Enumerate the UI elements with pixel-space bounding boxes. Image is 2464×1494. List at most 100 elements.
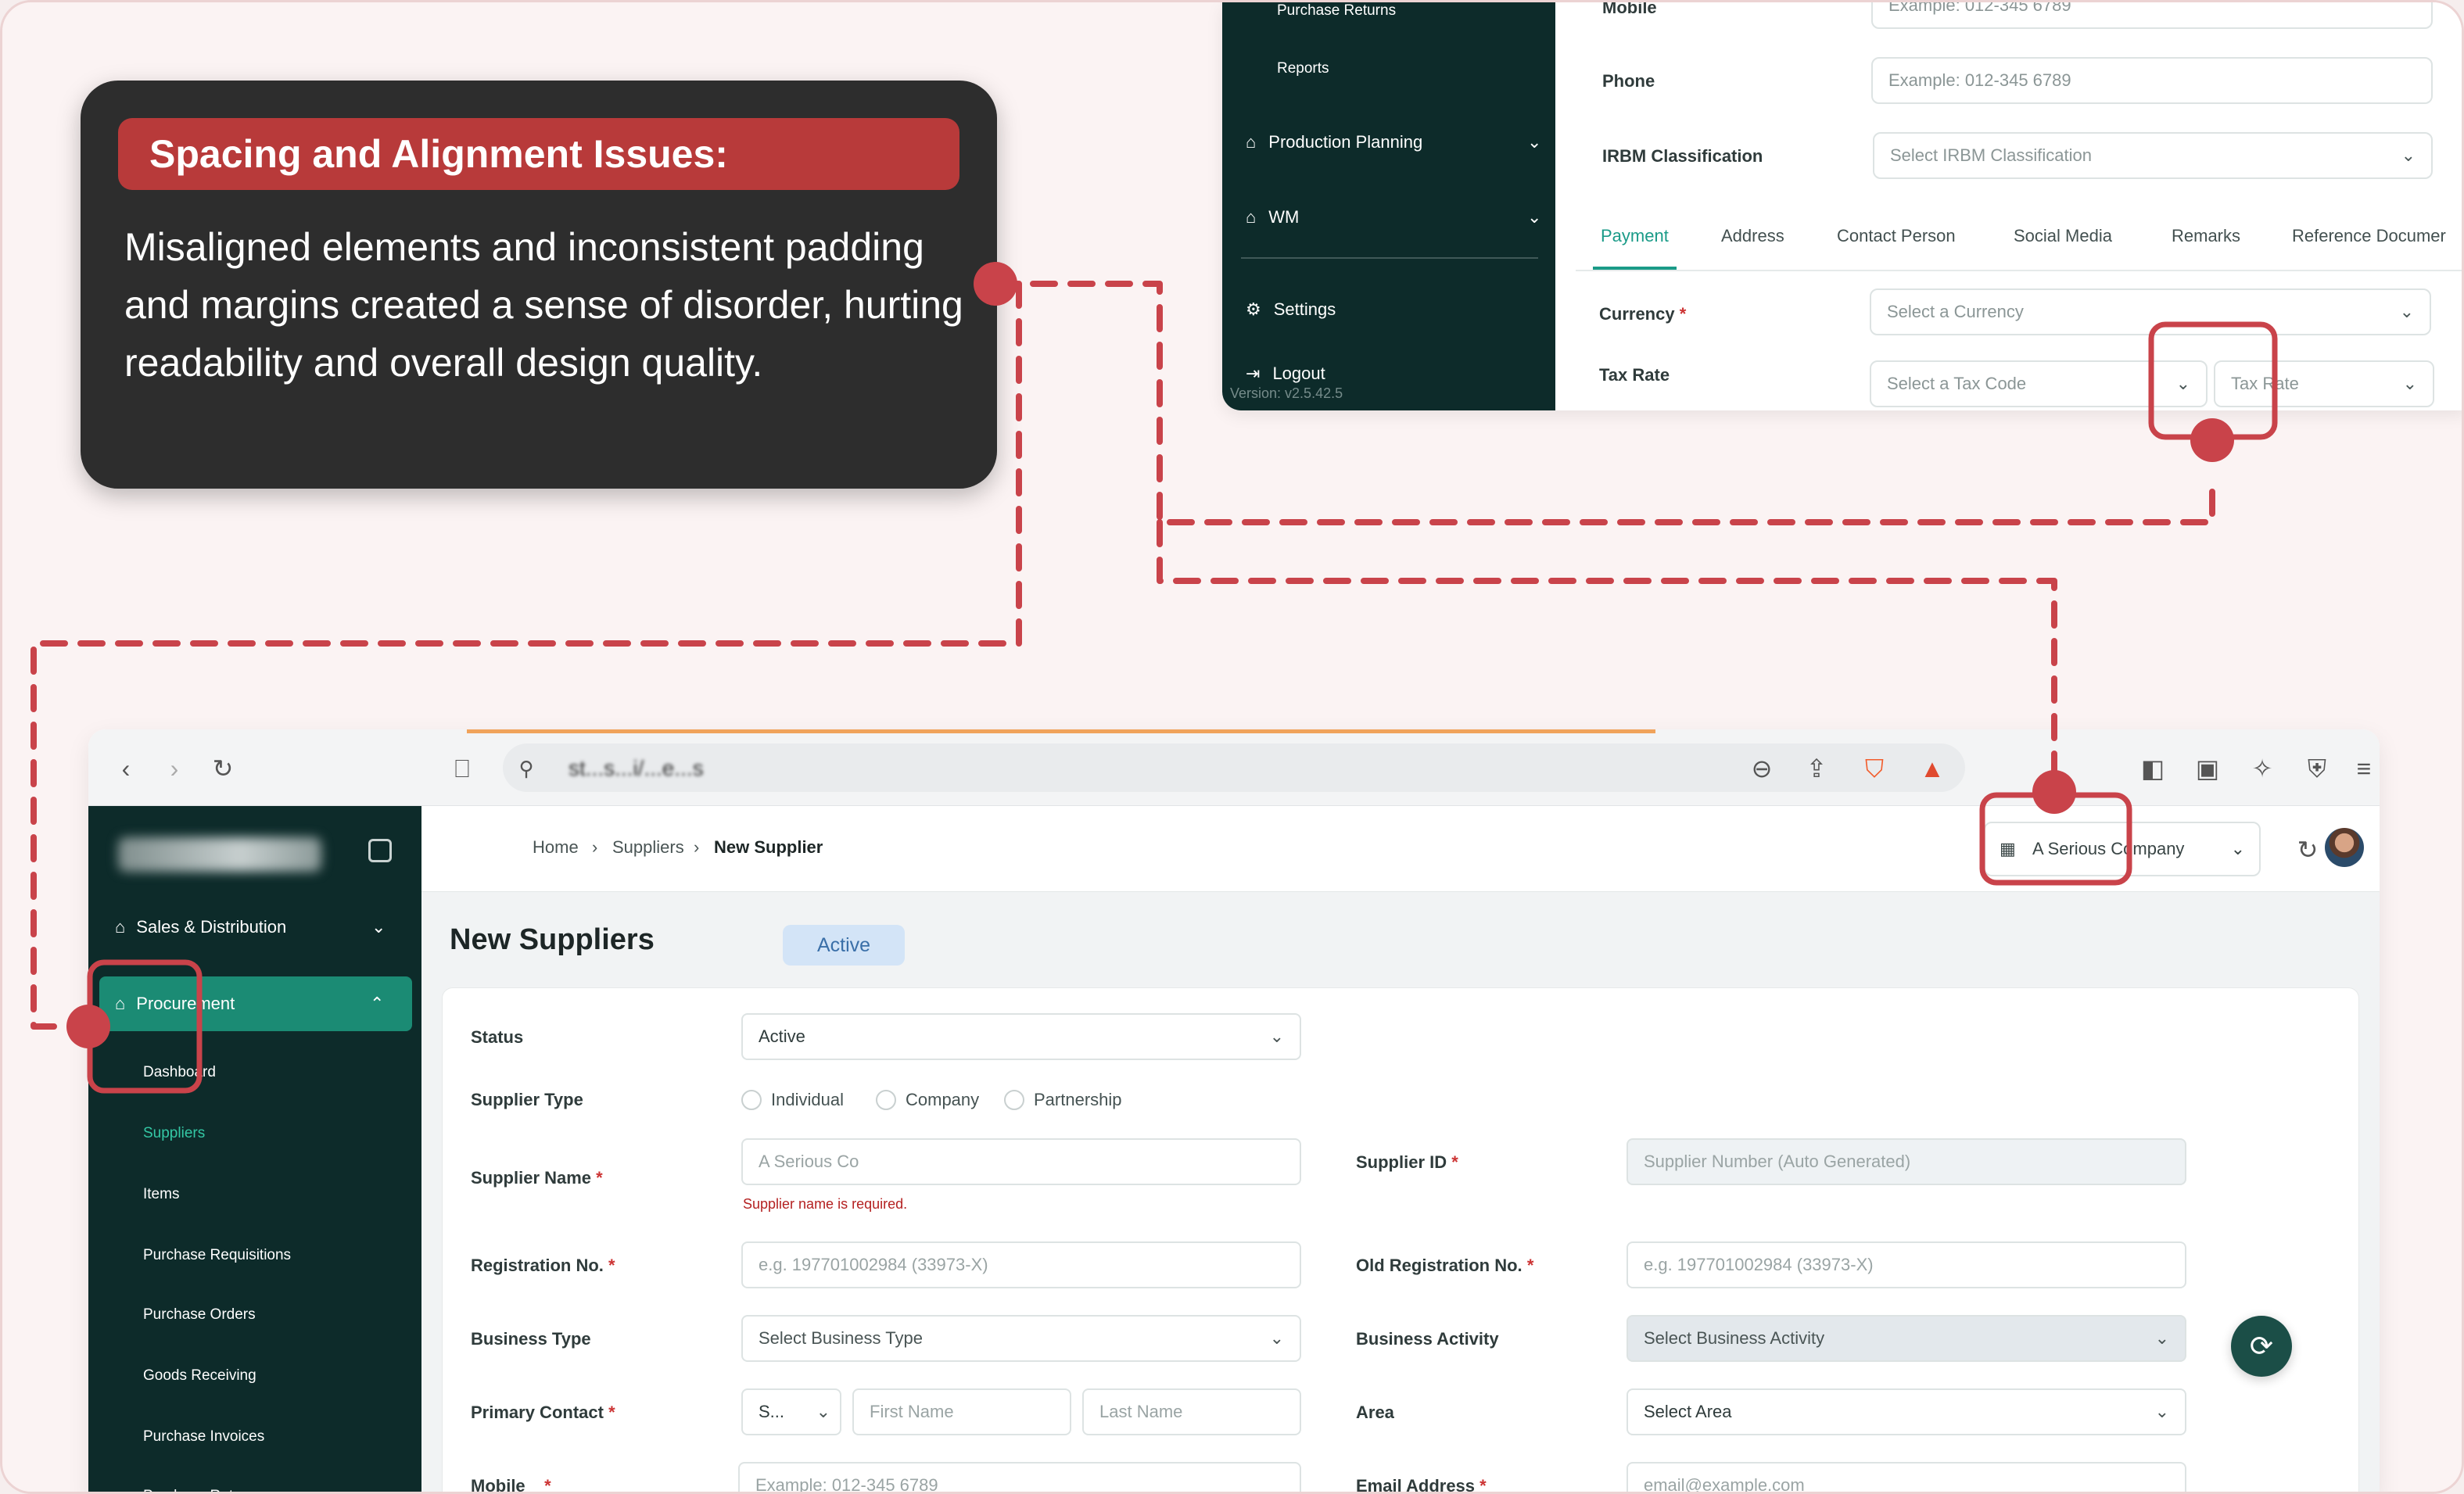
chevron-down-icon: ⌄ bbox=[2402, 374, 2417, 393]
share-icon[interactable]: ⇪ bbox=[1801, 753, 1832, 784]
email-label: Email Address * bbox=[1356, 1476, 1487, 1494]
collapse-sidebar-icon[interactable] bbox=[368, 839, 392, 862]
crop-sidebar-item[interactable]: Purchase Returns bbox=[1277, 2, 1396, 20]
wallet-icon[interactable]: ▣ bbox=[2192, 753, 2223, 784]
reload-icon[interactable]: ↻ bbox=[207, 753, 239, 784]
bookmark-icon[interactable]: ⎕ bbox=[447, 753, 478, 784]
radio-individual[interactable]: Individual bbox=[741, 1090, 844, 1110]
tab-contact-person[interactable]: Contact Person bbox=[1837, 226, 1956, 246]
tab-address[interactable]: Address bbox=[1721, 226, 1784, 246]
logout-icon: ⇥ bbox=[1246, 364, 1261, 383]
crop-group-label: Settings bbox=[1273, 299, 1336, 319]
crop-settings[interactable]: ⚙ Settings bbox=[1246, 299, 1336, 320]
tab-remarks[interactable]: Remarks bbox=[2172, 226, 2240, 246]
home-icon: ⌂ bbox=[1246, 132, 1257, 152]
chevron-down-icon: ⌄ bbox=[2154, 1402, 2169, 1421]
supplier-id-input[interactable]: Supplier Number (Auto Generated) bbox=[1627, 1138, 2186, 1185]
mobile-input[interactable]: Example: 012-345 6789 bbox=[738, 1462, 1301, 1492]
breadcrumb-home[interactable]: Home bbox=[533, 837, 579, 858]
address-bar[interactable]: ⚲ st...s...i/...e...s ⊖ ⇪ ⛉ ▲ bbox=[503, 743, 1965, 792]
company-selector[interactable]: ▦ A Serious Company ⌄ bbox=[1984, 822, 2261, 876]
business-activity-label: Business Activity bbox=[1356, 1329, 1499, 1349]
area-select[interactable]: Select Area ⌄ bbox=[1627, 1388, 2186, 1435]
taxrate-select[interactable]: Tax Rate ⌄ bbox=[2214, 360, 2434, 407]
sidebar-item-purchase-returns[interactable]: Purchase Returns bbox=[143, 1488, 262, 1492]
tab-bar: Payment Address Contact Person Social Me… bbox=[1576, 212, 2462, 271]
currency-select[interactable]: Select a Currency ⌄ bbox=[1870, 288, 2431, 335]
chevron-down-icon: ⌄ bbox=[371, 917, 386, 937]
registration-input[interactable]: e.g. 197701002984 (33973-X) bbox=[741, 1241, 1301, 1288]
tab-payment[interactable]: Payment bbox=[1593, 226, 1677, 270]
crop-group-wm[interactable]: ⌂ WM ⌄ bbox=[1246, 207, 1541, 228]
sidebar-item-purchase-requisitions[interactable]: Purchase Requisitions bbox=[143, 1247, 291, 1264]
irbm-select-value: Select IRBM Classification bbox=[1890, 145, 2092, 165]
area-label: Area bbox=[1356, 1403, 1394, 1422]
chevron-down-icon: ⌄ bbox=[1527, 132, 1542, 152]
business-type-value: Select Business Type bbox=[759, 1328, 923, 1348]
chevron-down-icon: ⌄ bbox=[816, 1402, 830, 1421]
phone-input[interactable]: Example: 012-345 6789 bbox=[1871, 57, 2433, 104]
radio-partnership[interactable]: Partnership bbox=[1004, 1090, 1122, 1110]
nav-sales-distribution[interactable]: ⌂ Sales & Distribution ⌄ bbox=[88, 900, 421, 955]
business-activity-select[interactable]: Select Business Activity ⌄ bbox=[1627, 1315, 2186, 1362]
avatar[interactable] bbox=[2325, 828, 2364, 867]
gear-icon: ⚙ bbox=[1246, 299, 1261, 319]
email-input[interactable]: email@example.com bbox=[1627, 1462, 2186, 1492]
tab-reference-documents[interactable]: Reference Documer bbox=[2292, 226, 2446, 246]
building-icon: ▦ bbox=[2000, 839, 2016, 858]
breadcrumb-suppliers[interactable]: Suppliers bbox=[612, 837, 684, 858]
sidebar-item-purchase-orders[interactable]: Purchase Orders bbox=[143, 1306, 256, 1324]
chevron-down-icon: ⌄ bbox=[2401, 145, 2416, 165]
app-sidebar: ⌂ Sales & Distribution ⌄ ⌂ Procurement ⌃… bbox=[88, 806, 421, 1492]
chevron-down-icon: ⌄ bbox=[2399, 302, 2414, 321]
chevron-down-icon: ⌄ bbox=[1527, 207, 1542, 227]
home-icon: ⌂ bbox=[115, 994, 126, 1013]
salutation-select[interactable]: S... ⌄ bbox=[741, 1388, 841, 1435]
sidebar-item-purchase-invoices[interactable]: Purchase Invoices bbox=[143, 1428, 264, 1446]
back-icon[interactable]: ‹ bbox=[110, 753, 142, 784]
url-text: st...s...i/...e...s bbox=[568, 756, 704, 780]
supplier-name-input[interactable]: A Serious Co bbox=[741, 1138, 1301, 1185]
sidebar-item-suppliers[interactable]: Suppliers bbox=[143, 1125, 205, 1142]
supplier-type-label: Supplier Type bbox=[471, 1090, 583, 1109]
last-name-input[interactable]: Last Name bbox=[1082, 1388, 1301, 1435]
zoom-out-icon[interactable]: ⊖ bbox=[1746, 753, 1777, 784]
business-type-label: Business Type bbox=[471, 1329, 591, 1349]
old-registration-input[interactable]: e.g. 197701002984 (33973-X) bbox=[1627, 1241, 2186, 1288]
annotation-body: Misaligned elements and inconsistent pad… bbox=[124, 225, 963, 385]
taxcode-select[interactable]: Select a Tax Code ⌄ bbox=[1870, 360, 2208, 407]
irbm-select[interactable]: Select IRBM Classification ⌄ bbox=[1873, 132, 2433, 179]
crop-group-production[interactable]: ⌂ Production Planning ⌄ bbox=[1246, 132, 1541, 152]
first-name-input[interactable]: First Name bbox=[852, 1388, 1071, 1435]
sidebar-item-items[interactable]: Items bbox=[143, 1186, 179, 1203]
currency-select-value: Select a Currency bbox=[1887, 302, 2024, 321]
breadcrumb-separator: › bbox=[592, 837, 598, 857]
tab-social-media[interactable]: Social Media bbox=[2014, 226, 2112, 246]
crop-form: Mobile Example: 012-345 6789 Phone Examp… bbox=[1576, 2, 2462, 410]
nav-procurement[interactable]: ⌂ Procurement ⌃ bbox=[99, 976, 412, 1031]
brave-shield-icon[interactable]: ⛉ bbox=[1859, 753, 1890, 784]
status-select[interactable]: Active ⌄ bbox=[741, 1013, 1301, 1060]
sidebar-item-dashboard[interactable]: Dashboard bbox=[143, 1064, 216, 1081]
brave-rewards-icon[interactable]: ▲ bbox=[1917, 753, 1948, 784]
menu-icon[interactable]: ≡ bbox=[2348, 753, 2380, 784]
browser-toolbar: ‹ › ↻ ⎕ ⚲ st...s...i/...e...s ⊖ ⇪ ⛉ ▲ ◧ … bbox=[88, 729, 2380, 806]
crop-logout[interactable]: ⇥ Logout bbox=[1246, 364, 1325, 384]
radio-company[interactable]: Company bbox=[876, 1090, 979, 1110]
version-text: Version: v2.5.42.5 bbox=[1230, 385, 1343, 401]
site-settings-icon[interactable]: ⚲ bbox=[511, 753, 542, 784]
mobile-input[interactable]: Example: 012-345 6789 bbox=[1871, 2, 2433, 29]
chevron-down-icon: ⌄ bbox=[2154, 1328, 2169, 1348]
forward-icon[interactable]: › bbox=[159, 753, 190, 784]
leo-ai-icon[interactable]: ✧ bbox=[2247, 753, 2278, 784]
sidebar-item-goods-receiving[interactable]: Goods Receiving bbox=[143, 1367, 256, 1385]
sidebar-toggle-icon[interactable]: ◧ bbox=[2137, 753, 2168, 784]
supplier-type-radio-group: Individual Company Partnership bbox=[741, 1090, 1289, 1113]
refresh-icon[interactable]: ↻ bbox=[2292, 834, 2323, 865]
status-badge: Active bbox=[783, 925, 905, 966]
business-type-select[interactable]: Select Business Type ⌄ bbox=[741, 1315, 1301, 1362]
main-content: Home › Suppliers › New Supplier ▦ A Seri… bbox=[421, 806, 2380, 1494]
crop-sidebar-item[interactable]: Reports bbox=[1277, 60, 1329, 77]
sync-fab-button[interactable]: ⟳ bbox=[2231, 1316, 2292, 1377]
vpn-icon[interactable]: ⛨ bbox=[2301, 753, 2333, 784]
